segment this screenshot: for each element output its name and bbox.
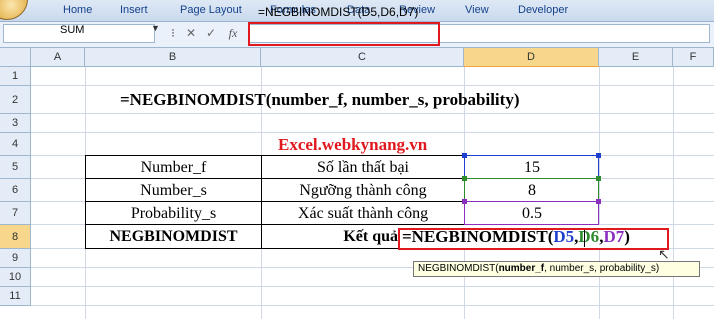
row-header-2[interactable]: 2: [0, 86, 31, 114]
cell-b7[interactable]: Probability_s: [86, 202, 261, 225]
row-header-5[interactable]: 5: [0, 156, 31, 179]
cell-d5[interactable]: 15: [465, 156, 599, 179]
gridline: [599, 67, 600, 319]
gridline: [31, 286, 714, 287]
cell-b2-title[interactable]: =NEGBINOMDIST(number_f, number_s, probab…: [120, 86, 519, 114]
tab-view[interactable]: View: [465, 4, 489, 16]
name-box-value: SUM: [60, 24, 85, 36]
select-all-corner[interactable]: [0, 48, 31, 67]
cell-c7[interactable]: Xác suất thành công: [262, 202, 464, 225]
tooltip-func[interactable]: NEGBINOMDIST(: [418, 263, 499, 274]
row-header-6[interactable]: 6: [0, 179, 31, 202]
text-cursor: [584, 230, 585, 247]
column-header-d[interactable]: D: [464, 48, 599, 67]
column-header-c[interactable]: C: [261, 48, 464, 67]
cell-highlight-box: [398, 228, 669, 250]
gridline: [31, 305, 714, 306]
tooltip-rest[interactable]: , number_s, probability_s): [544, 263, 659, 274]
row-header-9[interactable]: 9: [0, 249, 31, 268]
cancel-icon[interactable]: ✕: [183, 25, 199, 41]
row-header-1[interactable]: 1: [0, 67, 31, 86]
column-header-e[interactable]: E: [599, 48, 673, 67]
row-header-3[interactable]: 3: [0, 114, 31, 133]
cell-d6[interactable]: 8: [465, 179, 599, 202]
row-header-10[interactable]: 10: [0, 268, 31, 287]
cell-c8[interactable]: Kết quả: [262, 225, 398, 249]
row-header-7[interactable]: 7: [0, 202, 31, 225]
expand-dots-icon[interactable]: ⁝: [165, 25, 181, 41]
cell-d7[interactable]: 0.5: [465, 202, 599, 225]
cell-b8[interactable]: NEGBINOMDIST: [86, 225, 261, 249]
gridline: [673, 67, 674, 319]
formula-text: =NEGBINOMDIST(D5,D6,D7): [258, 5, 419, 19]
cell-c5[interactable]: Số lần thất bại: [262, 156, 464, 179]
row-header-8[interactable]: 8: [0, 225, 31, 249]
formula-highlight-box: [248, 22, 440, 46]
cell-b6[interactable]: Number_s: [86, 179, 261, 202]
column-header-f[interactable]: F: [673, 48, 714, 67]
office-button[interactable]: [0, 0, 28, 20]
cell-b5[interactable]: Number_f: [86, 156, 261, 179]
enter-icon[interactable]: ✓: [203, 25, 219, 41]
row-header-11[interactable]: 11: [0, 287, 31, 306]
function-tooltip: NEGBINOMDIST(number_f, number_s, probabi…: [413, 261, 700, 277]
column-header-b[interactable]: B: [85, 48, 261, 67]
row-header-4[interactable]: 4: [0, 133, 31, 156]
tab-home[interactable]: Home: [63, 4, 92, 16]
tab-page-layout[interactable]: Page Layout: [180, 4, 242, 16]
cell-c4-site[interactable]: Excel.webkynang.vn: [278, 133, 427, 156]
tab-insert[interactable]: Insert: [120, 4, 148, 16]
insert-function-icon[interactable]: fx: [225, 25, 241, 41]
worksheet-grid: A B C D E F 1 2 3 4 5 6 7 8 9 10 11 =NEG…: [0, 48, 714, 319]
chevron-down-icon[interactable]: ▼: [151, 23, 160, 33]
column-header-a[interactable]: A: [31, 48, 85, 67]
tab-developer[interactable]: Developer: [518, 4, 568, 16]
cell-c6[interactable]: Ngưỡng thành công: [262, 179, 464, 202]
tooltip-current-arg[interactable]: number_f: [499, 263, 545, 274]
